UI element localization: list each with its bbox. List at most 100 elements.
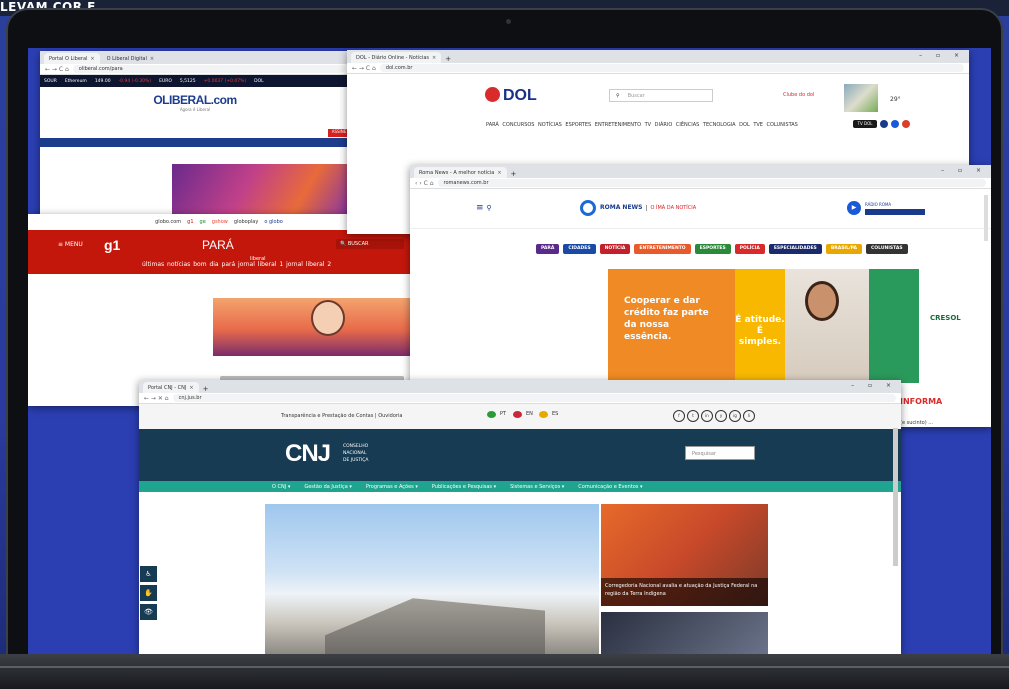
cresol-ad-banner[interactable]: Cooperar e dar crédito faz parte da noss… [608, 269, 919, 383]
window-controls[interactable]: – ▫ × [919, 52, 965, 59]
category-button[interactable]: COLUNISTAS [865, 244, 908, 254]
category-button[interactable]: CIDADES [563, 244, 596, 254]
article-snippet[interactable]: (e sucinto) ... [900, 420, 933, 426]
hero-building-photo[interactable] [265, 504, 599, 654]
url-field[interactable]: oliberal.com/para [72, 65, 345, 73]
address-bar[interactable]: ← → C ⌂ oliberal.com/para [40, 64, 350, 75]
g1-section-links[interactable]: últimas notícias bom dia pará jornal lib… [142, 261, 331, 268]
menu-button[interactable]: ≡ MENU [58, 241, 83, 248]
close-icon[interactable]: × [497, 170, 501, 176]
nav-arrows-icon[interactable]: ← → ✕ ⌂ [144, 395, 169, 402]
globo-link[interactable]: g1 [187, 219, 193, 225]
social-icon[interactable]: ig [729, 410, 741, 422]
search-input[interactable]: Pesquisar [685, 446, 755, 460]
nav-arrows-icon[interactable]: ‹ › C ⌂ [415, 180, 434, 187]
vertical-scrollbar[interactable] [893, 428, 898, 566]
nav-item[interactable]: Comunicação e Eventos ▾ [578, 484, 642, 490]
tab-cnj[interactable]: Portal CNJ - CNJ × [143, 382, 199, 393]
social-icon[interactable]: in [701, 410, 713, 422]
browser-window-cnj[interactable]: Portal CNJ - CNJ × + – ▫ × ← → ✕ ⌂ cnj.jus… [139, 380, 901, 654]
oliberal-nav-bar[interactable] [40, 138, 350, 147]
news-card[interactable] [601, 612, 768, 654]
lang-label[interactable]: EN [526, 411, 535, 418]
dol-section-menu[interactable]: PARÁ CONCURSOS NOTÍCIAS ESPORTES ENTRETE… [486, 122, 798, 128]
new-tab-icon[interactable]: + [511, 170, 517, 178]
url-field[interactable]: dol.com.br [379, 64, 964, 72]
globo-link[interactable]: o globo [264, 219, 283, 225]
window-controls[interactable]: – ▫ × [941, 167, 987, 174]
category-button[interactable]: PARÁ [536, 244, 560, 254]
social-icon[interactable]: li [743, 410, 755, 422]
news-card[interactable]: Corregedoria Nacional avalia e atuação d… [601, 504, 768, 606]
nav-arrows-icon[interactable]: ← → C ⌂ [352, 65, 376, 72]
club-thumbnail[interactable] [844, 84, 878, 112]
new-tab-icon[interactable]: + [203, 385, 209, 393]
search-button[interactable]: 🔍 BUSCAR [336, 239, 404, 249]
nav-item[interactable]: Publicações e Pesquisas ▾ [432, 484, 496, 490]
facebook-icon[interactable] [880, 120, 888, 128]
hamburger-menu-icon[interactable]: ≡ ⚲ [476, 203, 492, 213]
accessibility-button[interactable]: ✋ [140, 585, 157, 601]
url-field[interactable]: cnj.jus.br [172, 394, 896, 402]
category-button[interactable]: BRASIL/PA [825, 244, 862, 254]
sponsor-logo[interactable]: CRESOL [930, 314, 961, 322]
nav-item[interactable]: O CNJ ▾ [272, 484, 290, 490]
radio-progress[interactable] [865, 208, 925, 215]
accessibility-button[interactable]: 👁 [140, 604, 157, 620]
roma-logo[interactable]: ROMA NEWS O ÍMÃ DA NOTÍCIA [580, 200, 696, 216]
address-bar[interactable]: ‹ › C ⌂ romanews.com.br [410, 178, 991, 189]
search-input[interactable]: ⚲ Buscar [609, 89, 713, 102]
twitter-icon[interactable] [891, 120, 899, 128]
tab-romanews[interactable]: Roma News - A melhor notícia × [414, 167, 507, 178]
language-switcher[interactable]: PT EN ES [487, 411, 561, 418]
instagram-icon[interactable] [902, 120, 910, 128]
radio-player[interactable]: ▶ RÁDIO ROMA [847, 201, 925, 215]
globo-link[interactable]: ge [200, 219, 206, 225]
nav-item[interactable]: Gestão da Justiça ▾ [304, 484, 352, 490]
cnj-logo[interactable]: CNJ [285, 440, 331, 468]
accessibility-button[interactable]: ♿ [140, 566, 157, 582]
flag-br-icon[interactable] [487, 411, 496, 418]
category-button[interactable]: POLÍCIA [734, 244, 765, 254]
close-icon[interactable]: × [150, 56, 154, 62]
vertical-scrollbar[interactable] [984, 195, 988, 241]
category-button[interactable]: NOTÍCIA [599, 244, 631, 254]
social-icon[interactable]: y [715, 410, 727, 422]
url-field[interactable]: romanews.com.br [437, 179, 986, 187]
tab-oliberal[interactable]: Portal O Liberal × [44, 53, 100, 64]
category-button[interactable]: ENTRETENIMENTO [634, 244, 691, 254]
address-bar[interactable]: ← → ✕ ⌂ cnj.jus.br [139, 393, 901, 404]
close-icon[interactable]: × [90, 56, 94, 62]
g1-logo[interactable]: g1 [104, 237, 120, 253]
close-icon[interactable]: × [189, 385, 193, 391]
club-link[interactable]: Clube do dol [783, 92, 814, 98]
globo-link[interactable]: gshow [212, 219, 228, 225]
flag-es-icon[interactable] [539, 411, 548, 418]
tab-oliberal-digital[interactable]: O Liberal Digital × [102, 53, 159, 64]
flag-us-icon[interactable] [513, 411, 522, 418]
oliberal-logo[interactable]: OLIBERAL.com [40, 93, 350, 107]
window-controls[interactable]: – ▫ × [851, 382, 897, 389]
close-icon[interactable]: × [432, 55, 436, 61]
new-tab-icon[interactable]: + [445, 55, 451, 63]
category-button[interactable]: ESPORTES [694, 244, 731, 254]
lang-label[interactable]: ES [552, 411, 561, 418]
globo-link[interactable]: globoplay [234, 219, 258, 225]
nav-arrows-icon[interactable]: ← → C ⌂ [45, 66, 69, 73]
tab-dol[interactable]: DOL - Diário Online - Notícias × [351, 52, 442, 63]
dol-logo[interactable]: DOL [485, 87, 537, 105]
transparency-links[interactable]: Transparência e Prestação de Contas | Ou… [281, 413, 402, 419]
social-icon[interactable]: f [673, 410, 685, 422]
nav-item[interactable]: Sistemas e Serviços ▾ [510, 484, 564, 490]
address-bar[interactable]: ← → C ⌂ dol.com.br [347, 63, 969, 74]
nav-item[interactable]: Programas e Ações ▾ [366, 484, 418, 490]
search-icon[interactable]: ⚲ [486, 204, 491, 212]
tv-badge[interactable]: TV DOL [853, 120, 877, 128]
social-icon[interactable]: t [687, 410, 699, 422]
lang-label[interactable]: PT [500, 411, 509, 418]
promo-ad-image[interactable] [213, 298, 410, 356]
region-title[interactable]: PARÁ [202, 238, 234, 252]
category-button[interactable]: ESPECIALIDADES [768, 244, 822, 254]
play-icon[interactable]: ▶ [847, 201, 861, 215]
globo-link[interactable]: globo.com [155, 219, 181, 225]
